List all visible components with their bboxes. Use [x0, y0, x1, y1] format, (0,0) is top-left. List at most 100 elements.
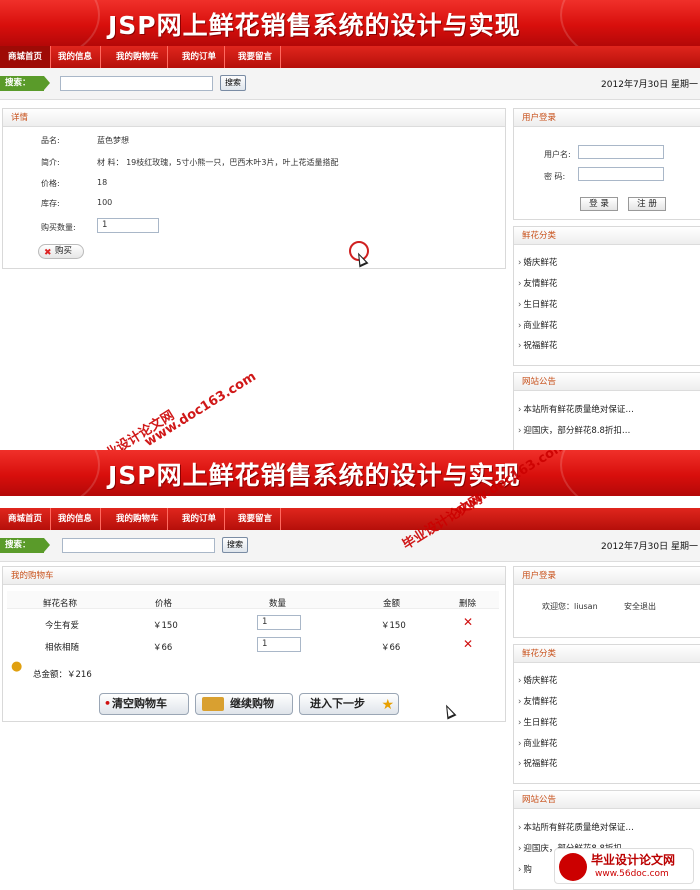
price-value: 18: [97, 178, 108, 187]
buy-button-label: 购买: [55, 246, 73, 256]
continue-shopping-button[interactable]: 继续购物: [195, 693, 293, 715]
username-label: 用户名:: [544, 150, 571, 159]
logo-emblem-icon: [559, 853, 587, 881]
category-item[interactable]: 生日鲜花: [518, 716, 557, 728]
logout-link[interactable]: 安全退出: [624, 601, 656, 612]
cart-qty-input[interactable]: 1: [257, 637, 301, 652]
clear-cart-button[interactable]: • 清空购物车: [99, 693, 189, 715]
nav-my-info[interactable]: 我的信息: [50, 508, 102, 530]
category-panel: 鲜花分类 婚庆鲜花 友情鲜花 生日鲜花 商业鲜花 祝福鲜花: [513, 644, 700, 784]
cart-item-amount: ￥66: [381, 643, 401, 653]
bullet-icon: •: [104, 697, 112, 710]
buy-button[interactable]: ✖ 购买: [38, 244, 84, 259]
site-banner: JSP网上鲜花销售系统的设计与实现: [0, 0, 700, 46]
screenshot-product-detail: JSP网上鲜花销售系统的设计与实现 商城首页 我的信息 我的购物车 我的订单 我…: [0, 0, 700, 450]
current-date: 2012年7月30日 星期一: [601, 80, 698, 90]
price-label: 价格:: [41, 179, 60, 188]
delete-icon[interactable]: ✕: [463, 615, 473, 629]
category-item[interactable]: 婚庆鲜花: [518, 256, 557, 268]
logo-url: www.56doc.com: [595, 869, 669, 879]
cart-item-name: 相依相随: [45, 643, 80, 653]
category-item[interactable]: 商业鲜花: [518, 737, 557, 749]
search-input[interactable]: [62, 538, 215, 553]
login-heading: 用户登录: [514, 109, 700, 127]
nav-home[interactable]: 商城首页: [0, 508, 52, 530]
notice-heading: 网站公告: [514, 791, 700, 809]
clear-cart-label: 清空购物车: [112, 697, 167, 710]
category-item[interactable]: 婚庆鲜花: [518, 674, 557, 686]
detail-heading: 详情: [3, 109, 505, 127]
cart-item-name: 今生有爱: [45, 621, 80, 631]
site-banner: JSP网上鲜花销售系统的设计与实现: [0, 450, 700, 496]
nav-message[interactable]: 我要留言: [230, 46, 282, 68]
cart-item-price: ￥66: [153, 643, 173, 653]
site-title: JSP网上鲜花销售系统的设计与实现: [108, 11, 521, 40]
col-qty: 数量: [269, 599, 287, 609]
runner-icon: ★: [381, 697, 394, 713]
current-date: 2012年7月30日 星期一: [601, 542, 698, 552]
desc-label: 简介:: [41, 158, 60, 167]
cart-heading: 我的购物车: [3, 567, 505, 585]
category-item[interactable]: 生日鲜花: [518, 298, 557, 310]
notice-item[interactable]: 本站所有鲜花质量绝对保证…: [518, 821, 634, 833]
notice-heading: 网站公告: [514, 373, 700, 391]
password-field[interactable]: [578, 167, 664, 181]
cart-panel: 我的购物车 鲜花名称 价格 数量 金额 删除 今生有爱 ￥150 1 ￥150 …: [2, 566, 506, 722]
cart-header-row: [7, 591, 499, 609]
nav-home[interactable]: 商城首页: [0, 46, 52, 68]
screenshot-shopping-cart: JSP网上鲜花销售系统的设计与实现 商城首页 我的信息 我的购物车 我的订单 我…: [0, 450, 700, 890]
nav-my-info[interactable]: 我的信息: [50, 46, 102, 68]
col-price: 价格: [155, 599, 173, 609]
col-delete: 删除: [459, 599, 477, 609]
category-item[interactable]: 友情鲜花: [518, 277, 557, 289]
register-button[interactable]: 注 册: [628, 197, 666, 211]
login-heading: 用户登录: [514, 567, 700, 585]
search-input[interactable]: [60, 76, 213, 91]
next-step-button[interactable]: 进入下一步 ★: [299, 693, 399, 715]
search-button[interactable]: 搜索: [220, 75, 246, 91]
cart-item-amount: ￥150: [381, 621, 406, 631]
notice-panel: 网站公告 本站所有鲜花质量绝对保证… 迎国庆，部分鲜花8.8折扣…: [513, 372, 700, 450]
main-nav: 商城首页 我的信息 我的购物车 我的订单 我要留言: [0, 46, 700, 68]
cart-total: 总金额：￥216: [33, 670, 92, 680]
nav-my-cart[interactable]: 我的购物车: [108, 508, 168, 530]
nav-my-orders[interactable]: 我的订单: [174, 46, 226, 68]
category-item[interactable]: 祝福鲜花: [518, 339, 557, 351]
nav-my-cart[interactable]: 我的购物车: [108, 46, 168, 68]
name-value: 蓝色梦想: [97, 136, 129, 145]
delete-icon[interactable]: ✕: [463, 637, 473, 651]
main-nav: 商城首页 我的信息 我的购物车 我的订单 我要留言: [0, 508, 700, 530]
password-label: 密 码:: [544, 172, 566, 181]
username-field[interactable]: [578, 145, 664, 159]
logo-title: 毕业设计论文网: [591, 853, 676, 867]
cart-qty-input[interactable]: 1: [257, 615, 301, 630]
next-step-label: 进入下一步: [310, 697, 365, 710]
category-item[interactable]: 友情鲜花: [518, 695, 557, 707]
notice-item[interactable]: 迎国庆，部分鲜花8.8折扣…: [518, 424, 630, 436]
cart-icon: ✖: [44, 248, 52, 258]
search-button[interactable]: 搜索: [222, 537, 248, 553]
nav-my-orders[interactable]: 我的订单: [174, 508, 226, 530]
stock-value: 100: [97, 198, 113, 207]
nav-message[interactable]: 我要留言: [230, 508, 282, 530]
login-button[interactable]: 登 录: [580, 197, 618, 211]
cart-item-price: ￥150: [153, 621, 178, 631]
category-item[interactable]: 商业鲜花: [518, 319, 557, 331]
category-item[interactable]: 祝福鲜花: [518, 757, 557, 769]
notice-item[interactable]: 本站所有鲜花质量绝对保证…: [518, 403, 634, 415]
qty-input[interactable]: 1: [97, 218, 159, 233]
col-name: 鲜花名称: [43, 599, 78, 609]
search-bar: 搜索： 搜索 2012年7月30日 星期一: [0, 68, 700, 100]
shopping-cart-icon: [202, 697, 224, 711]
site-title: JSP网上鲜花销售系统的设计与实现: [108, 461, 521, 490]
notice-item[interactable]: 购: [518, 863, 532, 875]
continue-shopping-label: 继续购物: [230, 697, 274, 710]
stock-label: 库存:: [41, 199, 60, 208]
login-panel: 用户登录 用户名: 密 码: 登 录 注 册: [513, 108, 700, 220]
category-panel: 鲜花分类 婚庆鲜花 友情鲜花 生日鲜花 商业鲜花 祝福鲜花: [513, 226, 700, 366]
watermark-logo: 毕业设计论文网 www.56doc.com: [554, 848, 694, 884]
search-bar: 搜索： 搜索 2012年7月30日 星期一: [0, 530, 700, 562]
qty-label: 购买数量:: [41, 223, 76, 232]
desc-value: 材 料： 19枝红玫瑰，5寸小熊一只，巴西木叶3片，叶上花适量搭配: [97, 158, 339, 167]
watermark-text: 毕业设计论文网: [92, 408, 178, 450]
